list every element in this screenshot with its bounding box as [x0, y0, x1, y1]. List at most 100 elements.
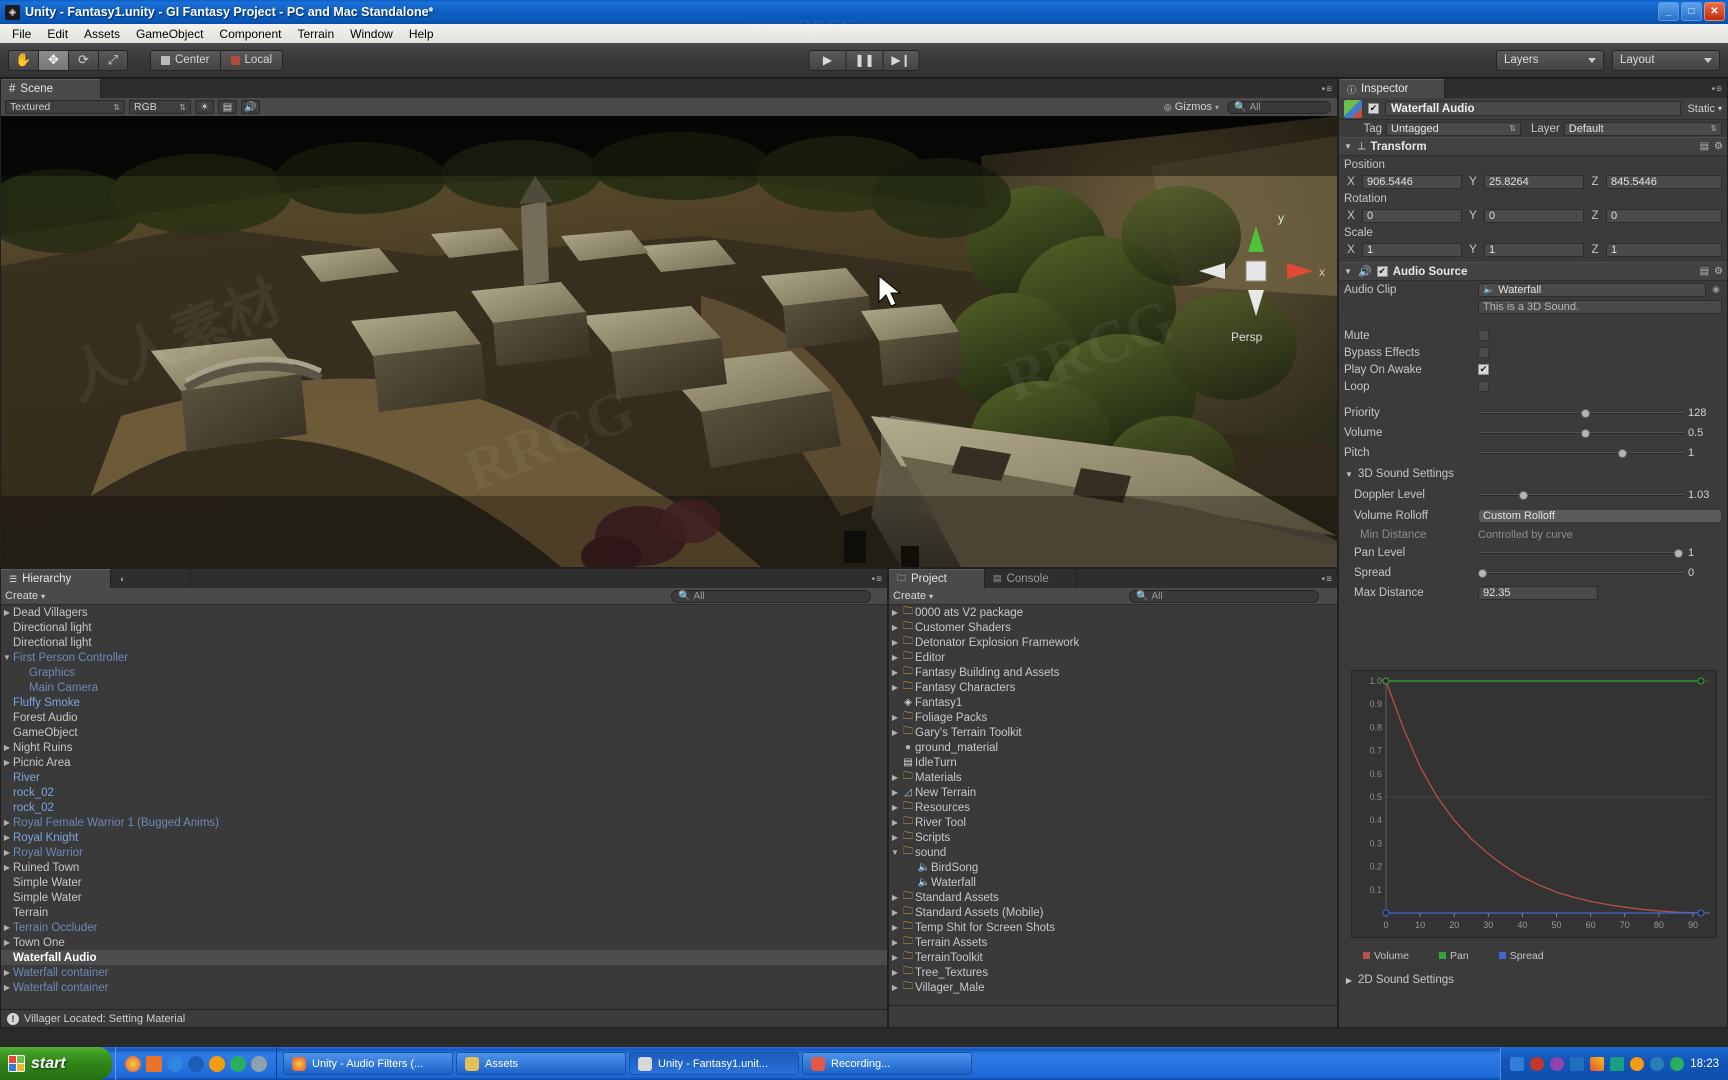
chevron-right-icon[interactable]: ▶ — [889, 773, 901, 782]
explorer-icon[interactable] — [188, 1055, 204, 1072]
chevron-right-icon[interactable]: ▶ — [889, 818, 901, 827]
chevron-right-icon[interactable]: ▶ — [889, 608, 901, 617]
firefox-icon[interactable] — [209, 1055, 225, 1072]
rotate-tool-button[interactable]: ⟳ — [68, 49, 98, 71]
audio-source-component-header[interactable]: ▼ 🔊 ✔ Audio Source ▤ ⚙ — [1339, 262, 1727, 281]
position-z-input[interactable]: 845.5446 — [1606, 174, 1722, 189]
scale-y-input[interactable]: 1 — [1484, 242, 1584, 257]
chevron-right-icon[interactable]: ▶ — [1, 848, 13, 857]
chevron-right-icon[interactable]: ▶ — [889, 833, 901, 842]
chevron-right-icon[interactable]: ▶ — [1, 938, 13, 947]
curve-keyframe[interactable] — [1697, 677, 1705, 685]
chevron-right-icon[interactable]: ▶ — [1, 833, 13, 842]
play-on-awake-checkbox[interactable]: ✔ — [1478, 364, 1489, 375]
volume-rolloff-dropdown[interactable]: Custom Rolloff — [1478, 508, 1722, 523]
project-panel-menu-button[interactable]: •≡ — [1322, 574, 1333, 585]
project-item[interactable]: ● ground_material — [889, 740, 1337, 755]
pitch-knob[interactable] — [1618, 448, 1628, 458]
screen-recorder-icon[interactable] — [1670, 1056, 1685, 1071]
chevron-right-icon[interactable]: ▶ — [889, 788, 901, 797]
opera-icon[interactable] — [230, 1055, 246, 1072]
bluetooth-icon[interactable] — [1550, 1056, 1565, 1071]
project-item[interactable]: ▶ 🗀 Temp Shit for Screen Shots — [889, 920, 1337, 935]
priority-slider[interactable] — [1478, 406, 1684, 420]
project-item[interactable]: ◈ Fantasy1 — [889, 695, 1337, 710]
book-icon[interactable]: ▤ — [1700, 141, 1709, 152]
doppler-slider[interactable] — [1478, 488, 1684, 502]
updates-icon[interactable] — [1590, 1056, 1605, 1071]
tab-hierarchy[interactable]: ☰ Hierarchy — [1, 569, 111, 588]
doppler-knob[interactable] — [1519, 490, 1529, 500]
minimize-button[interactable]: _ — [1658, 2, 1679, 21]
audio-toggle-button[interactable]: 🔊 — [241, 100, 260, 114]
hierarchy-search-input[interactable]: 🔍 All — [671, 589, 872, 603]
project-item[interactable]: ▶ 🗀 Tree_Textures — [889, 965, 1337, 980]
object-name-input[interactable]: Waterfall Audio — [1385, 101, 1682, 116]
hierarchy-item[interactable]: Forest Audio — [1, 710, 887, 725]
menu-assets[interactable]: Assets — [76, 26, 128, 42]
hierarchy-item[interactable]: ▶ Waterfall container — [1, 965, 887, 980]
chevron-right-icon[interactable]: ▶ — [889, 713, 901, 722]
3d-sound-settings-header[interactable]: ▼ 3D Sound Settings — [1339, 463, 1727, 485]
hierarchy-create-button[interactable]: Create ▾ — [5, 590, 45, 602]
pitch-slider[interactable] — [1478, 446, 1684, 460]
volume-knob[interactable] — [1581, 428, 1590, 438]
project-item[interactable]: ▶ 🗀 Gary's Terrain Toolkit — [889, 725, 1337, 740]
shield-icon[interactable] — [1530, 1056, 1545, 1071]
project-item[interactable]: ▶ 🗀 0000 ats V2 package — [889, 605, 1337, 620]
chrome-icon[interactable] — [125, 1055, 141, 1072]
project-item[interactable]: ▶ 🗀 TerrainToolkit — [889, 950, 1337, 965]
project-item[interactable]: ▶ 🗀 Fantasy Characters — [889, 680, 1337, 695]
tab-inspector[interactable]: ⓘ Inspector — [1339, 79, 1445, 98]
project-item[interactable]: ▤ IdleTurn — [889, 755, 1337, 770]
tab-project[interactable]: 🗀 Project — [889, 569, 985, 588]
curve-keyframe[interactable] — [1382, 909, 1390, 917]
scale-x-input[interactable]: 1 — [1362, 242, 1462, 257]
lighting-toggle-button[interactable]: ☀ — [195, 100, 214, 114]
network-icon[interactable] — [1510, 1056, 1525, 1071]
hierarchy-item[interactable]: Simple Water — [1, 875, 887, 890]
chevron-right-icon[interactable]: ▶ — [1, 608, 13, 617]
volume-icon[interactable] — [1570, 1056, 1585, 1071]
rotation-x-input[interactable]: 0 — [1362, 208, 1462, 223]
hierarchy-item[interactable]: ▶ Ruined Town — [1, 860, 887, 875]
project-item[interactable]: ▶ 🗀 Villager_Male — [889, 980, 1337, 995]
gear-icon[interactable]: ⚙ — [1714, 266, 1723, 277]
max-distance-input[interactable]: 92.35 — [1478, 586, 1598, 600]
hierarchy-item[interactable]: ▶ Royal Warrior — [1, 845, 887, 860]
pan-level-knob[interactable] — [1673, 548, 1683, 558]
tab-console[interactable]: ▤ Console — [985, 569, 1077, 588]
chevron-down-icon[interactable]: ▼ — [1, 653, 13, 662]
pause-button[interactable]: ❚❚ — [845, 49, 883, 71]
hierarchy-item[interactable]: Terrain — [1, 905, 887, 920]
close-button[interactable]: ✕ — [1704, 2, 1725, 21]
chevron-right-icon[interactable]: ▶ — [889, 893, 901, 902]
chevron-right-icon[interactable]: ▶ — [889, 983, 901, 992]
audio-source-enabled-checkbox[interactable]: ✔ — [1376, 266, 1388, 277]
chevron-right-icon[interactable]: ▶ — [1, 743, 13, 752]
antivirus-icon[interactable] — [1610, 1056, 1625, 1071]
hierarchy-item[interactable]: Directional light — [1, 620, 887, 635]
menu-help[interactable]: Help — [401, 26, 442, 42]
app-icon[interactable] — [251, 1055, 267, 1072]
messenger-icon[interactable] — [1650, 1056, 1665, 1071]
project-item[interactable]: ▶ 🗀 Fantasy Building and Assets — [889, 665, 1337, 680]
project-item[interactable]: 🔈 Waterfall — [889, 875, 1337, 890]
chevron-right-icon[interactable]: ▶ — [1, 863, 13, 872]
position-y-input[interactable]: 25.8264 — [1484, 174, 1584, 189]
chevron-right-icon[interactable]: ▶ — [889, 668, 901, 677]
2d-sound-settings-header[interactable]: ▶ 2D Sound Settings — [1339, 970, 1459, 990]
object-active-checkbox[interactable]: ✔ — [1368, 103, 1379, 114]
hierarchy-item[interactable]: Directional light — [1, 635, 887, 650]
hierarchy-item[interactable]: ▼ First Person Controller — [1, 650, 887, 665]
chevron-right-icon[interactable]: ▶ — [889, 683, 901, 692]
tag-dropdown[interactable]: Untagged ⇅ — [1386, 121, 1521, 136]
hierarchy-item[interactable]: Main Camera — [1, 680, 887, 695]
hierarchy-list[interactable]: ▶ Dead Villagers Directional light Directio… — [1, 605, 887, 1005]
layers-dropdown[interactable]: Layers — [1496, 49, 1604, 71]
hierarchy-item[interactable]: ▶ Terrain Occluder — [1, 920, 887, 935]
hierarchy-item[interactable]: rock_02 — [1, 785, 887, 800]
chevron-right-icon[interactable]: ▶ — [889, 638, 901, 647]
chevron-right-icon[interactable]: ▶ — [889, 623, 901, 632]
project-item[interactable]: ▶ 🗀 Standard Assets (Mobile) — [889, 905, 1337, 920]
